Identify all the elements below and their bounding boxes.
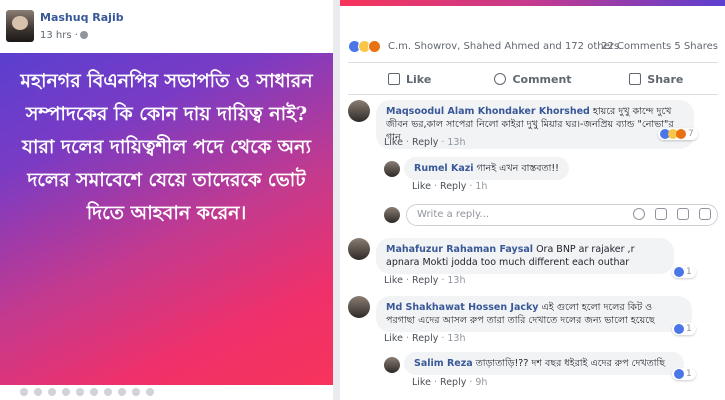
comment-share-counts[interactable]: 22 Comments 5 Shares bbox=[601, 41, 718, 52]
commenter-avatar[interactable] bbox=[384, 357, 400, 373]
post-header: Mashuq Rajib 13 hrs · bbox=[0, 0, 333, 52]
comment-bubble: Mahafuzur Rahaman Faysal Ora BNP ar rajak… bbox=[376, 238, 674, 274]
comments-panel: C.m. Showrov, Shahed Ahmed and 172 other… bbox=[340, 0, 725, 400]
commenter-name[interactable]: Mahafuzur Rahaman Faysal bbox=[386, 244, 533, 255]
comment-bubble: Salim Reza তাড়াতাড়ি!?? দশ বছর ধইরাই এদে… bbox=[404, 352, 684, 375]
author-name[interactable]: Mashuq Rajib bbox=[40, 11, 124, 24]
commenter-name[interactable]: Rumel Kazi bbox=[414, 163, 474, 174]
angry-reaction-icon bbox=[368, 40, 381, 53]
thumbs-up-icon bbox=[388, 73, 401, 85]
post-text: মহানগর বিএনপির সভাপতি ও সাধারন সম্পাদকের… bbox=[20, 70, 313, 224]
comment-meta: Like · Reply · 13h bbox=[384, 275, 466, 286]
reply-input[interactable]: Write a reply... bbox=[406, 204, 718, 226]
camera-icon[interactable] bbox=[655, 208, 667, 220]
globe-icon bbox=[79, 31, 88, 39]
commenter-avatar[interactable] bbox=[348, 238, 370, 260]
image-edge bbox=[340, 0, 725, 6]
comment-meta: Like · Reply · 1h bbox=[412, 181, 488, 192]
emoji-icon[interactable] bbox=[633, 208, 645, 220]
comment-icon bbox=[494, 73, 507, 85]
commenter-avatar[interactable] bbox=[384, 161, 400, 177]
divider bbox=[348, 94, 718, 95]
commenter-name[interactable]: Salim Reza bbox=[414, 358, 473, 369]
my-avatar bbox=[384, 207, 400, 223]
divider bbox=[348, 62, 718, 63]
comment-reactions-badge[interactable]: 1 bbox=[672, 266, 696, 278]
reaction-names[interactable]: C.m. Showrov, Shahed Ahmed and 172 other… bbox=[388, 41, 619, 52]
comment-button[interactable]: Comment bbox=[471, 64, 594, 94]
commenter-name[interactable]: Md Shakhawat Hossen Jacky bbox=[386, 302, 539, 313]
post-time[interactable]: 13 hrs · bbox=[40, 30, 88, 41]
comment-bubble: Rumel Kazi গানই এখন বাস্তবতা!! bbox=[404, 157, 569, 180]
share-icon bbox=[629, 73, 642, 85]
gif-icon[interactable] bbox=[677, 208, 689, 220]
comment-meta: Like · Reply · 9h bbox=[412, 377, 488, 388]
comment-reactions-badge[interactable]: 7 bbox=[658, 128, 698, 140]
commenter-avatar[interactable] bbox=[348, 296, 370, 318]
sticker-icon[interactable] bbox=[699, 208, 711, 220]
share-button[interactable]: Share bbox=[595, 64, 718, 94]
comment-bubble: Md Shakhawat Hossen Jacky এই গুলো হলো দলে… bbox=[376, 296, 692, 332]
reactions-summary[interactable]: C.m. Showrov, Shahed Ahmed and 172 other… bbox=[348, 40, 718, 56]
comment-reactions-badge[interactable]: 1 bbox=[672, 323, 696, 335]
commenter-avatar[interactable] bbox=[348, 100, 370, 122]
reactors-strip bbox=[0, 388, 333, 400]
comment-reactions-badge[interactable]: 1 bbox=[672, 368, 696, 380]
commenter-name[interactable]: Maqsoodul Alam Khondaker Khorshed bbox=[386, 106, 590, 117]
post-panel: Mashuq Rajib 13 hrs · মহানগর বিএনপির সভা… bbox=[0, 0, 333, 400]
action-bar: Like Comment Share bbox=[348, 64, 718, 94]
comment-meta: Like · Reply · 13h bbox=[384, 137, 466, 148]
like-button[interactable]: Like bbox=[348, 64, 471, 94]
comment-meta: Like · Reply · 13h bbox=[384, 333, 466, 344]
author-avatar[interactable] bbox=[6, 10, 34, 42]
